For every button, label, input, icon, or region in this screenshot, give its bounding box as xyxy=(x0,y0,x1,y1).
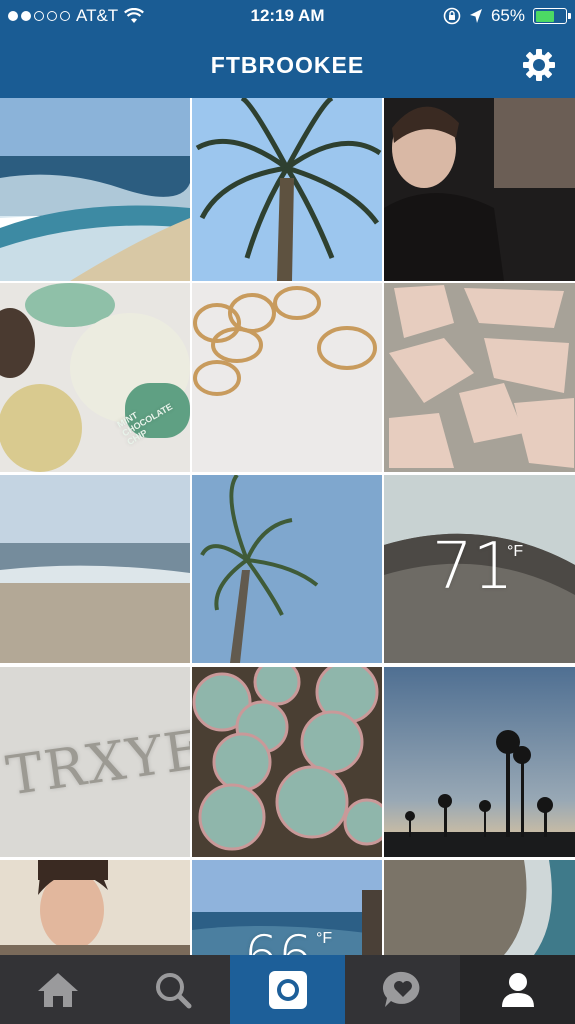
tab-bar xyxy=(0,955,575,1024)
photo-stone-path[interactable] xyxy=(384,283,575,472)
photo-shoreline[interactable] xyxy=(384,860,575,955)
gear-icon xyxy=(523,49,555,81)
search-icon xyxy=(155,972,191,1008)
location-arrow-icon xyxy=(469,9,482,23)
photo-waves-temperature[interactable]: 71 °F xyxy=(384,475,575,663)
temperature-value-2: 66 xyxy=(244,924,313,955)
profile-icon xyxy=(501,972,534,1007)
tab-activity[interactable] xyxy=(345,955,460,1024)
status-right: 65% xyxy=(443,6,571,26)
carrier-name: AT&T xyxy=(76,6,119,25)
signal-strength-icon xyxy=(8,11,70,21)
tab-profile[interactable] xyxy=(460,955,575,1024)
photo-ocean-temperature[interactable]: 66 °F xyxy=(192,860,382,955)
tab-search[interactable] xyxy=(115,955,230,1024)
photo-beach-waves[interactable] xyxy=(0,98,190,281)
tab-camera[interactable] xyxy=(230,955,345,1024)
temperature-unit-1: °F xyxy=(507,543,524,560)
home-icon xyxy=(37,972,78,1007)
photo-selfie-smile[interactable] xyxy=(0,860,190,955)
photo-grid: MINT CHOCOLATE CHIP 71 °F TRXYE °F xyxy=(0,98,575,955)
tab-home[interactable] xyxy=(0,955,115,1024)
photo-rings[interactable] xyxy=(192,283,382,472)
app-header: FTBROOKEE xyxy=(0,32,575,98)
activity-heart-icon xyxy=(382,971,419,1007)
battery-icon xyxy=(533,8,571,24)
photo-selfie-dark[interactable] xyxy=(384,98,575,281)
photo-ice-cream[interactable]: MINT CHOCOLATE CHIP xyxy=(0,283,190,472)
settings-button[interactable] xyxy=(521,47,557,83)
photo-palms-sunset[interactable] xyxy=(384,667,575,857)
photo-beach-overcast[interactable] xyxy=(0,475,190,663)
camera-icon xyxy=(268,970,307,1009)
profile-username-title: FTBROOKEE xyxy=(210,51,365,78)
photo-succulents[interactable] xyxy=(192,667,382,857)
photo-palm-tree[interactable] xyxy=(192,98,382,281)
photo-sand-writing[interactable]: TRXYE xyxy=(0,667,190,857)
photo-palm-tree-sky[interactable] xyxy=(192,475,382,663)
status-left: AT&T xyxy=(8,6,145,26)
temperature-value-1: 71 xyxy=(432,530,514,604)
rotation-lock-icon xyxy=(443,7,461,25)
battery-percent: 65% xyxy=(490,6,525,25)
wifi-icon xyxy=(124,8,145,23)
status-bar: AT&T 12:19 AM 65% xyxy=(0,0,575,32)
temperature-unit-2: °F xyxy=(316,930,333,947)
